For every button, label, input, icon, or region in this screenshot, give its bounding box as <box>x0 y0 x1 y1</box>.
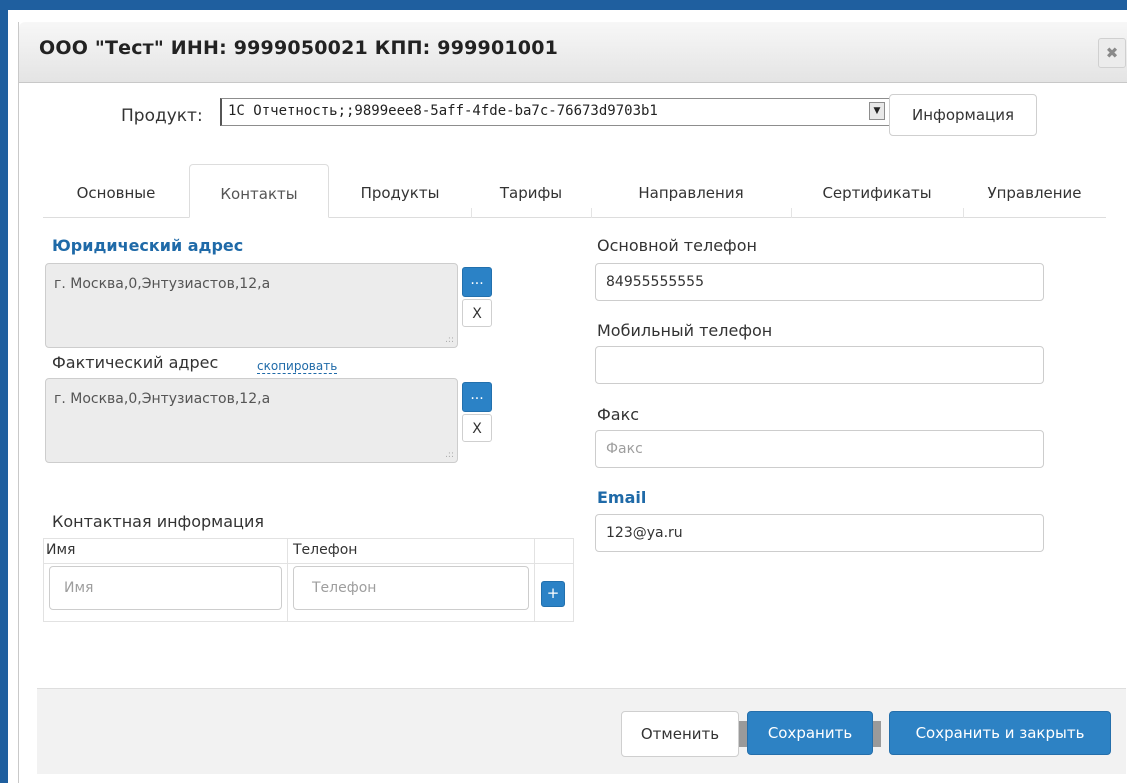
email-label: Email <box>597 488 647 507</box>
tab-directions[interactable]: Направления <box>591 164 791 217</box>
tab-certificates[interactable]: Сертификаты <box>791 164 963 217</box>
column-header-phone: Телефон <box>293 542 358 558</box>
product-select[interactable]: 1С Отчетность;;9899eee8-5aff-4fde-ba7c-7… <box>220 98 890 126</box>
actual-address-textarea[interactable]: г. Москва,0,Энтузиастов,12,а .:: <box>45 378 458 463</box>
actual-address-pick-button[interactable]: ... <box>462 382 492 412</box>
contacts-title: Контактная информация <box>52 512 264 531</box>
product-label: Продукт: <box>121 106 203 126</box>
actual-address-value: г. Москва,0,Энтузиастов,12,а <box>54 391 271 407</box>
mobile-phone-input[interactable] <box>595 346 1044 384</box>
dialog-title: ООО "Тест" ИНН: 9999050021 КПП: 99990100… <box>39 37 559 59</box>
tab-management[interactable]: Управление <box>963 164 1106 217</box>
legal-address-value: г. Москва,0,Энтузиастов,12,а <box>54 276 271 292</box>
mobile-phone-label: Мобильный телефон <box>597 321 773 340</box>
legal-address-textarea[interactable]: г. Москва,0,Энтузиастов,12,а .:: <box>45 263 458 348</box>
tab-main[interactable]: Основные <box>43 164 189 217</box>
actual-address-title: Фактический адрес <box>52 353 219 372</box>
main-phone-input[interactable]: 84955555555 <box>595 263 1044 301</box>
email-input[interactable]: 123@ya.ru <box>595 514 1044 552</box>
table-divider <box>287 539 288 621</box>
tab-divider <box>471 208 472 218</box>
contacts-table: Имя Телефон Имя Телефон + <box>43 538 574 622</box>
window-frame-left <box>0 0 8 783</box>
resize-grip-icon[interactable]: .:: <box>445 450 454 460</box>
copy-address-link[interactable]: скопировать <box>257 359 338 374</box>
tab-tariffs[interactable]: Тарифы <box>471 164 591 217</box>
window-frame-top <box>0 0 1127 10</box>
fax-input[interactable]: Факс <box>595 430 1044 468</box>
actual-address-clear-button[interactable]: X <box>462 414 492 442</box>
legal-address-clear-button[interactable]: X <box>462 299 492 327</box>
main-phone-label: Основной телефон <box>597 236 757 255</box>
contact-name-input[interactable]: Имя <box>49 566 282 610</box>
fax-label: Факс <box>597 405 640 424</box>
tab-products[interactable]: Продукты <box>329 164 471 217</box>
tab-bar: Основные Контакты Продукты Тарифы Направ… <box>43 164 1106 218</box>
info-button[interactable]: Информация <box>889 94 1037 136</box>
dialog-footer: Отменить Сохранить Сохранить и закрыть <box>37 688 1126 774</box>
resize-grip-icon[interactable]: .:: <box>445 335 454 345</box>
tab-divider <box>791 208 792 218</box>
contact-phone-input[interactable]: Телефон <box>293 566 529 610</box>
tab-divider <box>591 208 592 218</box>
product-select-value: 1С Отчетность;;9899eee8-5aff-4fde-ba7c-7… <box>228 103 658 119</box>
cancel-button[interactable]: Отменить <box>621 711 739 757</box>
tab-divider <box>963 208 964 218</box>
legal-address-title: Юридический адрес <box>52 236 244 255</box>
button-separator <box>739 721 747 747</box>
dialog-titlebar: ООО "Тест" ИНН: 9999050021 КПП: 99990100… <box>19 22 1127 83</box>
column-header-name: Имя <box>46 542 76 558</box>
save-button[interactable]: Сохранить <box>747 711 873 755</box>
tab-contacts[interactable]: Контакты <box>189 164 329 218</box>
button-separator <box>873 721 881 747</box>
add-contact-button[interactable]: + <box>541 581 565 607</box>
save-and-close-button[interactable]: Сохранить и закрыть <box>889 711 1111 755</box>
legal-address-pick-button[interactable]: ... <box>462 267 492 297</box>
organization-dialog: ООО "Тест" ИНН: 9999050021 КПП: 99990100… <box>18 22 1127 783</box>
close-icon[interactable]: ✖ <box>1098 38 1126 68</box>
table-divider <box>534 539 535 621</box>
table-divider <box>44 563 573 564</box>
dropdown-arrow-icon[interactable]: ▼ <box>869 102 885 120</box>
